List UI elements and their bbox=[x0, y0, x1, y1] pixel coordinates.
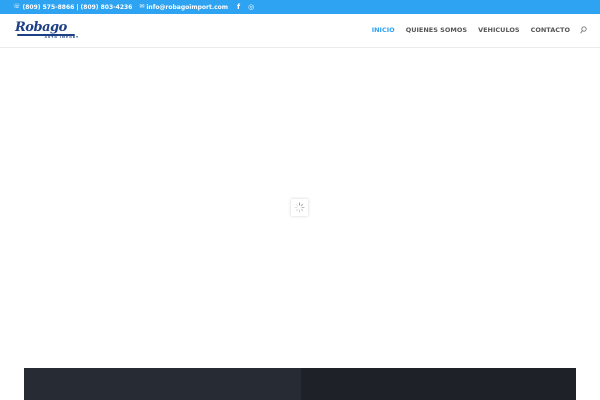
main-header: Robago AUTO IMPORT INICIO QUIENES SOMOS … bbox=[0, 14, 600, 48]
site-logo[interactable]: Robago AUTO IMPORT bbox=[15, 21, 79, 43]
loading-spinner bbox=[291, 199, 308, 216]
logo-wordmark: Robago bbox=[15, 20, 67, 35]
nav-item-vehiculos[interactable]: VEHICULOS bbox=[478, 26, 520, 34]
top-bar: ☏ (809) 575-8866 | (809) 803-4236 ✉ info… bbox=[0, 0, 600, 14]
nav-item-quienes-somos[interactable]: QUIENES SOMOS bbox=[406, 26, 467, 34]
search-icon[interactable] bbox=[580, 26, 587, 34]
footer-panel-right bbox=[301, 368, 576, 400]
email-contact[interactable]: ✉ info@robagoimport.com bbox=[139, 4, 228, 11]
nav-item-contacto[interactable]: CONTACTO bbox=[531, 26, 570, 34]
phone-2[interactable]: (809) 803-4236 bbox=[81, 4, 133, 11]
footer-panel-left bbox=[24, 368, 301, 400]
phone-contact: ☏ (809) 575-8866 | (809) 803-4236 bbox=[13, 4, 132, 11]
phone-1[interactable]: (809) 575-8866 bbox=[23, 4, 75, 11]
social-links: f ◎ bbox=[237, 3, 254, 11]
spinner-icon bbox=[294, 202, 305, 213]
logo-swoosh bbox=[17, 34, 75, 36]
email-link[interactable]: info@robagoimport.com bbox=[146, 4, 228, 11]
phone-icon: ☏ bbox=[13, 3, 21, 10]
phone-separator: | bbox=[76, 3, 79, 11]
instagram-icon[interactable]: ◎ bbox=[248, 3, 254, 11]
facebook-icon[interactable]: f bbox=[237, 3, 240, 11]
nav-item-inicio[interactable]: INICIO bbox=[372, 26, 395, 34]
envelope-icon: ✉ bbox=[139, 3, 145, 10]
main-nav: INICIO QUIENES SOMOS VEHICULOS CONTACTO bbox=[372, 26, 570, 34]
